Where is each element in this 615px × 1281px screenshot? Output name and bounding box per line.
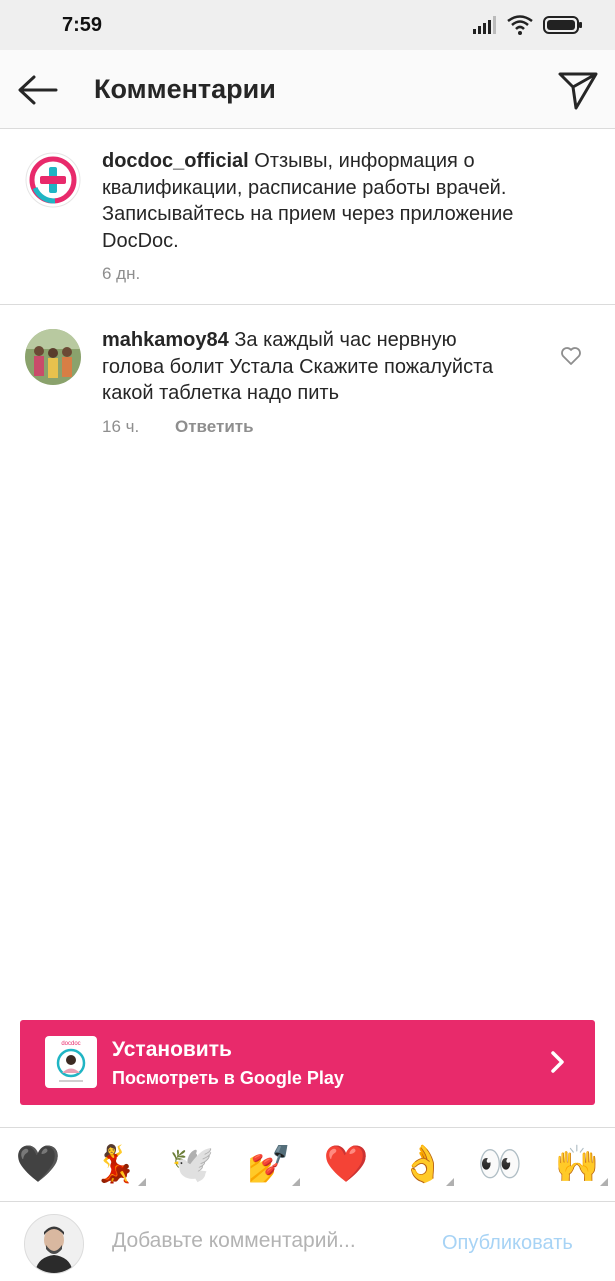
red-heart-emoji[interactable]: ❤️ bbox=[323, 1144, 369, 1184]
docdoc-logo-icon bbox=[25, 152, 81, 208]
app-icon: docdoc bbox=[45, 1036, 97, 1088]
user-photo-icon bbox=[25, 1215, 83, 1273]
banner-title: Установить bbox=[112, 1038, 232, 1061]
black-heart-emoji[interactable]: 🖤 bbox=[15, 1144, 61, 1184]
avatar bbox=[24, 1214, 84, 1274]
dancer-emoji-glyph: 💃 bbox=[92, 1143, 138, 1184]
app-icon-graphic: docdoc bbox=[56, 1041, 86, 1082]
comment-composer: Опубликовать bbox=[0, 1201, 615, 1281]
chevron-right-icon bbox=[551, 1051, 564, 1073]
status-bar: 7:59 bbox=[0, 0, 615, 50]
paper-plane-icon[interactable] bbox=[556, 68, 600, 112]
battery-icon bbox=[543, 16, 582, 34]
avatar[interactable] bbox=[25, 152, 81, 208]
comment-username[interactable]: mahkamoy84 bbox=[102, 329, 229, 351]
raising-hands-emoji-glyph: 🙌 bbox=[554, 1143, 600, 1184]
wifi-icon bbox=[507, 15, 533, 35]
comment-text: mahkamoy84 За каждый час нервную голова … bbox=[102, 327, 522, 407]
eyes-emoji[interactable]: 👀 bbox=[477, 1144, 523, 1184]
post-username[interactable]: docdoc_official bbox=[102, 150, 249, 172]
ok-hand-emoji-glyph: 👌 bbox=[400, 1143, 446, 1184]
nail-polish-emoji-glyph: 💅 bbox=[246, 1143, 292, 1184]
banner-subtitle: Посмотреть в Google Play bbox=[112, 1068, 344, 1088]
status-icons bbox=[473, 15, 583, 35]
reply-button[interactable]: Ответить bbox=[175, 417, 254, 437]
variant-indicator bbox=[138, 1178, 146, 1186]
caption-text: docdoc_official Отзывы, информация о ква… bbox=[102, 148, 522, 254]
family-photo-icon bbox=[25, 329, 81, 385]
comment-time: 16 ч. bbox=[102, 417, 140, 436]
arrow-left-icon[interactable] bbox=[16, 72, 60, 108]
avatar[interactable] bbox=[25, 329, 81, 385]
ok-hand-emoji[interactable]: 👌 bbox=[400, 1143, 454, 1186]
install-banner[interactable]: docdoc Установить Посмотреть в Google Pl… bbox=[20, 1020, 595, 1105]
dancer-emoji[interactable]: 💃 bbox=[92, 1143, 146, 1186]
app-icon-label: docdoc bbox=[61, 1041, 80, 1047]
emoji-bar: 🖤 💃 🕊️ 💅 ❤️ 👌 👀 🙌 bbox=[0, 1127, 615, 1201]
dove-emoji[interactable]: 🕊️ bbox=[169, 1144, 215, 1184]
signal-icon bbox=[473, 16, 496, 34]
comment-input[interactable] bbox=[112, 1229, 412, 1253]
post-caption: docdoc_official Отзывы, информация о ква… bbox=[0, 128, 615, 305]
variant-indicator bbox=[292, 1178, 300, 1186]
publish-button[interactable]: Опубликовать bbox=[442, 1232, 573, 1255]
status-time: 7:59 bbox=[62, 14, 103, 36]
app-bar: Комментарии bbox=[0, 50, 615, 129]
nail-polish-emoji[interactable]: 💅 bbox=[246, 1143, 300, 1186]
page-title: Комментарии bbox=[94, 74, 276, 104]
raising-hands-emoji[interactable]: 🙌 bbox=[554, 1143, 608, 1186]
variant-indicator bbox=[446, 1178, 454, 1186]
variant-indicator bbox=[600, 1178, 608, 1186]
heart-outline-icon[interactable] bbox=[560, 346, 582, 366]
post-time: 6 дн. bbox=[102, 264, 141, 283]
